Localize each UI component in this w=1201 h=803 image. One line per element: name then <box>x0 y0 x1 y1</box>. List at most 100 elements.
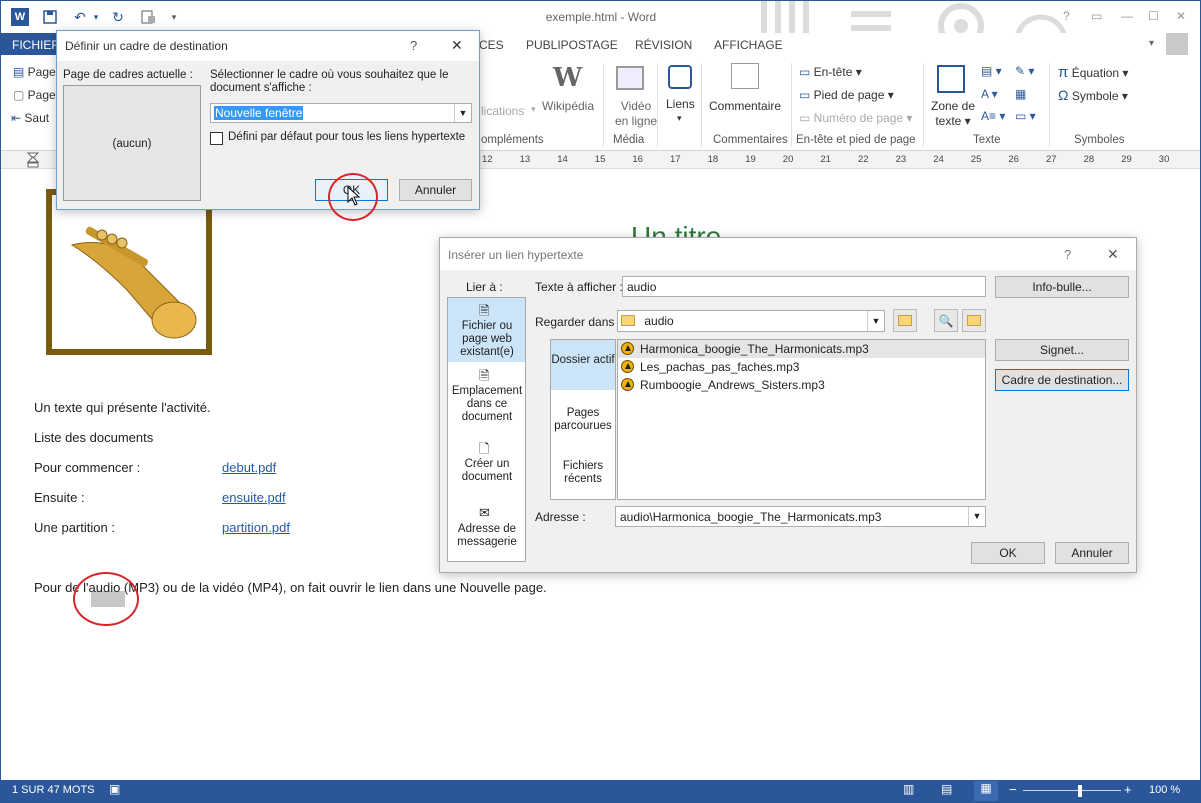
tab-references[interactable]: CES <box>479 38 504 52</box>
chevron-down-icon[interactable]: ▼ <box>968 507 985 526</box>
close-window-icon[interactable]: ✕ <box>1176 9 1186 23</box>
drop-cap-icon[interactable]: A≡ ▾ <box>981 109 1005 123</box>
customize-qat-icon[interactable]: ▾ <box>165 8 183 26</box>
wordart-icon[interactable]: A ▾ <box>981 87 998 101</box>
annotation-circle <box>73 572 139 626</box>
nav-existing-file[interactable]: Fichier ou page web existant(e) <box>448 320 526 359</box>
tab-publipostage[interactable]: PUBLIPOSTAGE <box>526 38 618 52</box>
redo-icon[interactable]: ↻ <box>109 8 127 26</box>
row-label: Pour commencer : <box>34 460 141 475</box>
help-icon[interactable]: ? <box>1064 247 1071 262</box>
quick-parts-icon[interactable]: ▤ ▾ <box>981 64 1002 78</box>
tab-revision[interactable]: RÉVISION <box>635 38 692 52</box>
browse-web-icon[interactable] <box>893 309 917 332</box>
bookmark-button[interactable]: Signet... <box>995 339 1129 361</box>
ruler-number: 12 <box>482 154 493 165</box>
equation-button[interactable]: π Équation ▾ <box>1058 64 1128 81</box>
page-cover-button[interactable]: ▤ Page <box>13 65 56 79</box>
close-icon[interactable]: ✕ <box>451 37 463 54</box>
proofing-icon[interactable]: ▣ <box>109 782 120 796</box>
applications-dropdown-icon[interactable]: ▾ <box>531 104 536 115</box>
word-count[interactable]: 1 SUR 47 MOTS <box>12 784 95 796</box>
file-item[interactable]: Les_pachas_pas_faches.mp3 <box>621 360 799 374</box>
target-frame-button[interactable]: Cadre de destination... <box>995 369 1129 391</box>
dialog-title: Insérer un lien hypertexte <box>448 248 584 262</box>
ribbon-display-icon[interactable]: ▭ <box>1091 9 1102 23</box>
link-debut[interactable]: debut.pdf <box>222 460 276 475</box>
save-icon[interactable] <box>41 8 59 26</box>
symbol-button[interactable]: Ω Symbole ▾ <box>1058 87 1128 103</box>
row-label: Une partition : <box>34 520 115 535</box>
trumpet-image[interactable] <box>46 189 212 355</box>
link-ensuite[interactable]: ensuite.pdf <box>222 490 286 505</box>
comment-button[interactable]: Commentaire <box>709 99 781 113</box>
minimize-icon[interactable]: — <box>1121 9 1133 23</box>
zoom-slider[interactable] <box>1023 790 1121 791</box>
header-button[interactable]: ▭ En-tête ▾ <box>799 65 862 79</box>
date-time-icon[interactable]: ▦ <box>1015 87 1026 101</box>
zoom-slider-thumb[interactable] <box>1077 785 1082 797</box>
chevron-down-icon[interactable]: ▼ <box>454 104 471 122</box>
chevron-down-icon[interactable]: ▼ <box>867 311 884 331</box>
title-bar: W ↶ ▾ ↻ ▾ exemple.html - Word ? ▭ — ☐ ✕ <box>1 1 1200 61</box>
group-texte: Texte <box>973 134 1001 146</box>
ok-button[interactable]: OK <box>971 542 1045 564</box>
cancel-button[interactable]: Annuler <box>399 179 472 201</box>
applications-button[interactable]: lications <box>481 104 524 118</box>
indent-marker[interactable] <box>26 152 40 168</box>
link-partition[interactable]: partition.pdf <box>222 520 290 535</box>
separator <box>923 63 924 147</box>
default-checkbox[interactable] <box>210 132 223 145</box>
zoom-in-icon[interactable]: + <box>1124 782 1132 797</box>
read-mode-icon[interactable]: ▥ <box>903 782 914 796</box>
default-checkbox-label[interactable]: Défini par défaut pour tous les liens hy… <box>228 131 465 143</box>
help-icon[interactable]: ? <box>410 38 417 53</box>
nav-email-address[interactable]: Adresse de messagerie <box>448 523 526 549</box>
text-box-button[interactable]: Zone de texte ▾ <box>931 99 975 129</box>
print-layout-icon[interactable]: ▤ <box>941 782 952 796</box>
signature-line-icon[interactable]: ✎ ▾ <box>1015 64 1034 78</box>
wikipedia-button[interactable]: Wikipédia <box>542 99 594 113</box>
ruler-number: 24 <box>933 154 944 165</box>
footer-button[interactable]: ▭ Pied de page ▾ <box>799 88 894 102</box>
subnav-browsed-pages[interactable]: Pages parcourues <box>551 407 615 433</box>
object-icon[interactable]: ▭ ▾ <box>1015 109 1036 123</box>
cancel-button[interactable]: Annuler <box>1055 542 1129 564</box>
web-layout-icon[interactable]: ▦ <box>974 781 998 801</box>
online-video-button[interactable]: Vidéo en ligne <box>615 99 657 129</box>
close-icon[interactable]: ✕ <box>1107 246 1119 263</box>
address-input[interactable]: audio\Harmonica_boogie_The_Harmonicats.m… <box>615 506 986 527</box>
nav-place-in-document[interactable]: Emplacement dans ce document <box>448 385 526 424</box>
mouse-cursor-icon <box>347 185 361 206</box>
undo-dropdown-icon[interactable]: ▾ <box>87 8 105 26</box>
audio-file-icon <box>621 342 634 355</box>
frame-select[interactable]: Nouvelle fenêtre ▼ <box>210 103 472 123</box>
ruler-number: 20 <box>782 154 794 165</box>
look-in-select[interactable]: audio ▼ <box>617 310 885 332</box>
subnav-current-folder[interactable]: Dossier actif <box>551 354 615 367</box>
nav-new-document[interactable]: Créer un document <box>448 458 526 484</box>
print-preview-icon[interactable] <box>139 8 157 26</box>
text-to-display-label: Texte à afficher : <box>535 280 623 294</box>
zoom-level[interactable]: 100 % <box>1149 784 1180 796</box>
tab-affichage[interactable]: AFFICHAGE <box>714 38 783 52</box>
file-item[interactable]: Rumboogie_Andrews_Sisters.mp3 <box>621 378 825 392</box>
word-logo-icon: W <box>11 8 29 26</box>
links-dropdown-icon[interactable]: ▾ <box>677 113 682 124</box>
account-dropdown-icon[interactable]: ▾ <box>1149 38 1154 49</box>
help-icon[interactable]: ? <box>1063 9 1070 23</box>
page-blank-button[interactable]: ▢ Page <box>13 88 56 102</box>
file-item[interactable]: Harmonica_boogie_The_Harmonicats.mp3 <box>621 342 869 356</box>
text-to-display-input[interactable]: audio <box>622 276 986 297</box>
browse-file-icon[interactable] <box>962 309 986 332</box>
zoom-out-icon[interactable]: − <box>1009 782 1017 797</box>
page-number-button[interactable]: ▭ Numéro de page ▾ <box>799 111 912 125</box>
tab-fichier[interactable]: FICHIER <box>1 33 60 55</box>
links-button[interactable]: Liens <box>666 97 695 111</box>
page-break-button[interactable]: ⇤ Saut <box>11 111 49 125</box>
maximize-icon[interactable]: ☐ <box>1148 9 1159 23</box>
subnav-recent-files[interactable]: Fichiers récents <box>551 460 615 486</box>
search-icon[interactable]: 🔍 <box>934 309 958 332</box>
screen-tip-button[interactable]: Info-bulle... <box>995 276 1129 298</box>
user-avatar[interactable] <box>1166 33 1188 55</box>
